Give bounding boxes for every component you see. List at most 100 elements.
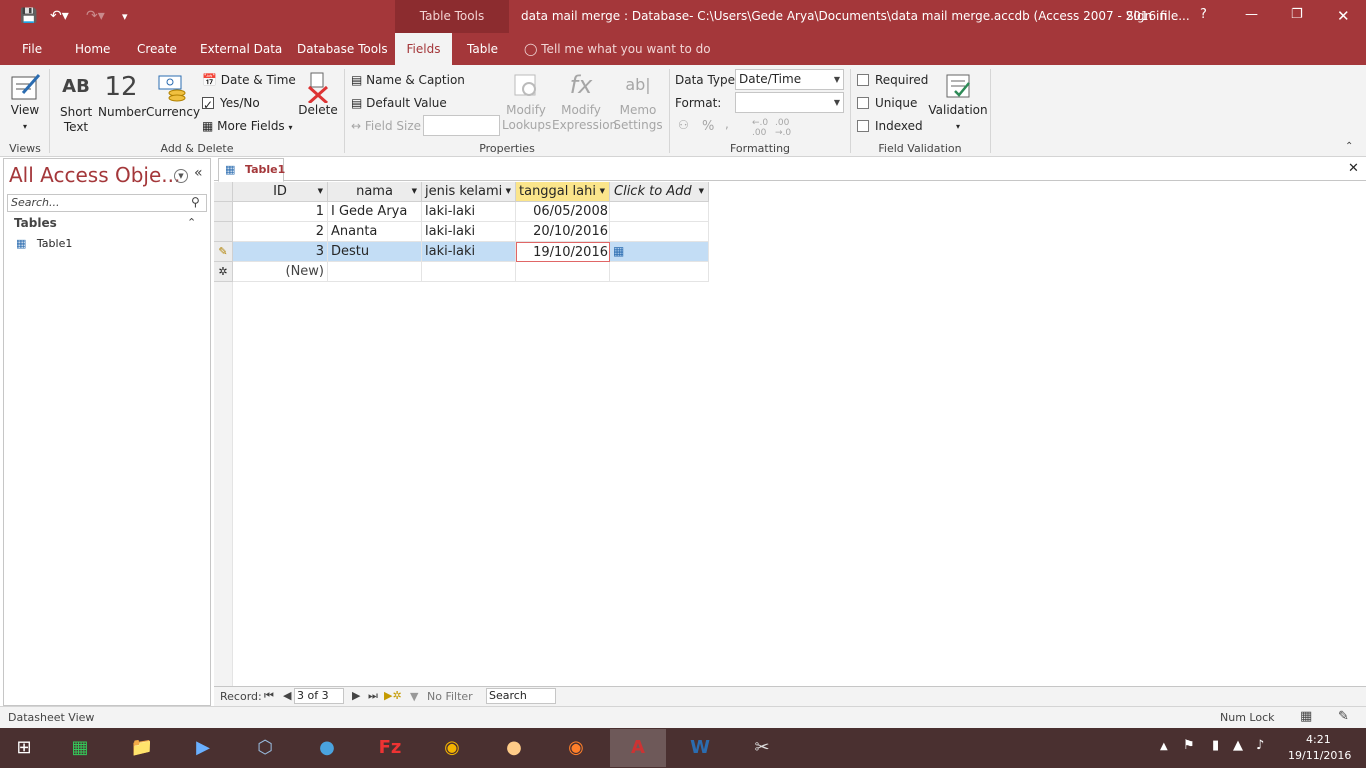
new-record-cell[interactable]: (New) (233, 262, 328, 282)
close-icon[interactable]: ✕ (1337, 7, 1350, 25)
tab-file[interactable]: File (12, 33, 52, 65)
data-type-select[interactable]: Date/Time ▼ (735, 69, 844, 90)
new-record-icon[interactable]: ▶✲ (384, 689, 402, 702)
row-selector[interactable] (214, 202, 233, 222)
no-filter-indicator[interactable]: No Filter (427, 690, 473, 703)
cell-tanggal-lahir[interactable]: 20/10/2016 (516, 222, 610, 242)
cell-click-to-add[interactable] (610, 222, 709, 242)
chevron-down-icon[interactable]: ▼ (506, 182, 511, 201)
more-fields-button[interactable]: ▦ More Fields ▾ (202, 119, 293, 133)
column-header-jenis-kelamin[interactable]: jenis kelami ▼ (422, 182, 516, 202)
paint-icon[interactable]: ● (486, 729, 542, 767)
indexed-checkbox[interactable]: Indexed (857, 119, 923, 133)
clock-date[interactable]: 19/11/2016 (1288, 749, 1351, 762)
undo-icon[interactable]: ↶▾ (50, 8, 69, 24)
format-select[interactable]: ▼ (735, 92, 844, 113)
tab-table1[interactable]: ▦ Table1 (218, 158, 285, 182)
restore-icon[interactable]: ❐ (1291, 7, 1303, 22)
chevron-down-icon[interactable]: ▼ (318, 182, 323, 201)
chevron-down-icon[interactable]: ▼ (600, 182, 605, 201)
view-button[interactable]: View ▾ (6, 71, 44, 134)
last-record-icon[interactable]: ⏭ (368, 689, 378, 703)
next-record-icon[interactable]: ▶ (352, 689, 360, 702)
cell-click-to-add[interactable]: ▦ (610, 242, 709, 262)
new-row-selector[interactable]: ✲ (214, 262, 233, 282)
sign-in-link[interactable]: Sign in (1126, 9, 1167, 23)
chevron-down-icon[interactable]: ▼ (699, 182, 704, 201)
number-button[interactable]: 12 Number (98, 73, 146, 120)
close-document-icon[interactable]: ✕ (1348, 161, 1359, 176)
yes-no-button[interactable]: ✓ Yes/No (202, 96, 260, 112)
word-icon[interactable]: W (672, 729, 728, 767)
cell-id[interactable]: 2 (233, 222, 328, 242)
snipping-tool-icon[interactable]: ✂ (734, 729, 790, 767)
customize-qat-icon[interactable]: ▾ (122, 10, 128, 23)
chrome-icon[interactable]: ◉ (424, 729, 480, 767)
flag-icon[interactable]: ⚑ (1183, 738, 1195, 753)
select-all-corner[interactable] (214, 182, 233, 202)
cell-tanggal-lahir[interactable]: 06/05/2008 (516, 202, 610, 222)
tables-section-header[interactable]: Tables (14, 216, 57, 230)
collapse-ribbon-icon[interactable]: ⌃ (1345, 141, 1353, 152)
short-text-button[interactable]: AB Short Text (56, 73, 96, 135)
column-header-id[interactable]: ID ▼ (233, 182, 328, 202)
column-header-click-to-add[interactable]: Click to Add ▼ (610, 182, 709, 202)
network-icon[interactable]: ▲ (1233, 738, 1243, 753)
validation-button[interactable]: Validation ▾ (928, 71, 988, 134)
tab-table[interactable]: Table (457, 33, 508, 65)
access-icon[interactable]: A (610, 729, 666, 767)
record-search-input[interactable]: Search (486, 688, 556, 704)
app-icon[interactable]: ● (299, 729, 355, 767)
currency-button[interactable]: Currency (146, 73, 200, 120)
cell-jenis-kelamin[interactable]: laki-laki (422, 202, 516, 222)
search-icon[interactable]: ⚲ (191, 195, 200, 209)
chevron-down-icon[interactable]: ▼ (412, 182, 417, 201)
nav-menu-icon[interactable]: ▼ (174, 169, 188, 183)
start-icon[interactable]: ⊞ (0, 729, 48, 767)
first-record-icon[interactable]: ⏮ (264, 689, 274, 703)
cell-id[interactable]: 1 (233, 202, 328, 222)
cell-click-to-add[interactable] (610, 202, 709, 222)
clock-time[interactable]: 4:21 (1306, 733, 1331, 746)
firefox-icon[interactable]: ◉ (548, 729, 604, 767)
name-caption-button[interactable]: ▤ Name & Caption (351, 73, 465, 87)
tab-external-data[interactable]: External Data (190, 33, 292, 65)
show-hidden-icons[interactable]: ▲ (1160, 741, 1168, 752)
nav-pane-title[interactable]: All Access Obje... (9, 163, 180, 187)
row-selector[interactable] (214, 222, 233, 242)
store-icon[interactable]: ▦ (52, 729, 108, 767)
virtualbox-icon[interactable]: ⬡ (237, 729, 293, 767)
save-icon[interactable]: 💾 (20, 8, 37, 24)
volume-icon[interactable]: ♪ (1256, 738, 1264, 753)
delete-button[interactable]: Delete (298, 71, 338, 118)
filezilla-icon[interactable]: Fz (362, 729, 418, 767)
shutter-bar-icon[interactable]: « (194, 165, 203, 181)
cell-nama[interactable]: Destu (328, 242, 422, 262)
tab-create[interactable]: Create (127, 33, 187, 65)
new-cell[interactable] (422, 262, 516, 282)
nav-search-input[interactable]: Search... (7, 194, 207, 212)
tab-database-tools[interactable]: Database Tools (287, 33, 398, 65)
collapse-section-icon[interactable]: ⌃ (187, 216, 196, 229)
tab-fields[interactable]: Fields (395, 33, 452, 65)
new-cell[interactable] (328, 262, 422, 282)
cell-jenis-kelamin[interactable]: laki-laki (422, 242, 516, 262)
required-checkbox[interactable]: Required (857, 73, 928, 87)
previous-record-icon[interactable]: ◀ (283, 689, 291, 702)
default-value-button[interactable]: ▤ Default Value (351, 96, 447, 110)
new-cell[interactable] (516, 262, 610, 282)
cell-jenis-kelamin[interactable]: laki-laki (422, 222, 516, 242)
current-record-input[interactable]: 3 of 3 (294, 688, 344, 704)
cell-id[interactable]: 3 (233, 242, 328, 262)
minimize-icon[interactable]: — (1245, 7, 1258, 22)
cell-nama[interactable]: I Gede Arya (328, 202, 422, 222)
column-header-tanggal-lahir[interactable]: tanggal lahi ▼ (516, 182, 610, 202)
unique-checkbox[interactable]: Unique (857, 96, 917, 110)
battery-icon[interactable]: ▮ (1212, 738, 1219, 753)
field-size-input[interactable] (423, 115, 500, 136)
help-button[interactable]: ? (1200, 7, 1207, 22)
nav-item-table1[interactable]: ▦ Table1 (16, 237, 72, 250)
media-player-icon[interactable]: ▶ (175, 729, 231, 767)
file-explorer-icon[interactable]: 📁 (114, 729, 170, 767)
new-cell[interactable] (610, 262, 709, 282)
